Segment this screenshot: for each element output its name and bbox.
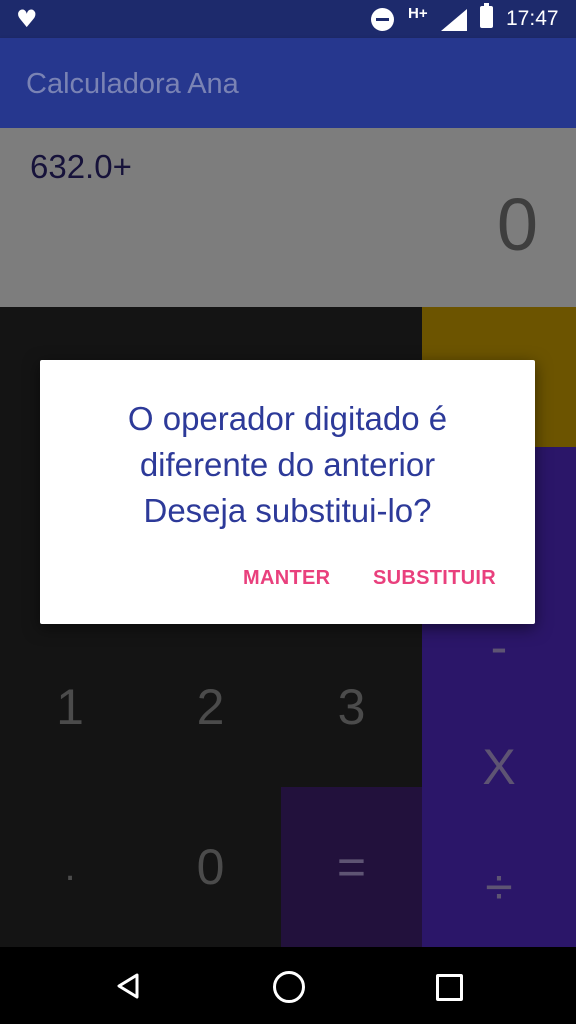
navigation-bar <box>0 947 576 1024</box>
do-not-disturb-icon <box>371 8 394 31</box>
recents-icon[interactable] <box>436 974 463 1001</box>
status-bar: ♥ H+ 17:47 <box>0 0 576 38</box>
clock: 17:47 <box>506 7 559 30</box>
replace-operator-dialog: O operador digitado é diferente do anter… <box>40 360 535 624</box>
dialog-message-line: diferente do anterior <box>139 446 436 483</box>
battery-icon <box>480 3 493 28</box>
dialog-message: O operador digitado é diferente do anter… <box>60 396 515 534</box>
replace-button[interactable]: SUBSTITUIR <box>373 567 496 590</box>
back-icon[interactable] <box>116 973 140 999</box>
network-type: H+ <box>408 5 428 22</box>
dialog-message-line: O operador digitado é <box>127 400 448 437</box>
keep-button[interactable]: MANTER <box>243 567 330 590</box>
heart-icon: ♥ <box>16 5 38 33</box>
signal-icon <box>441 9 467 31</box>
home-icon[interactable] <box>273 971 305 1003</box>
dialog-message-line: Deseja substitui-lo? <box>143 492 432 529</box>
